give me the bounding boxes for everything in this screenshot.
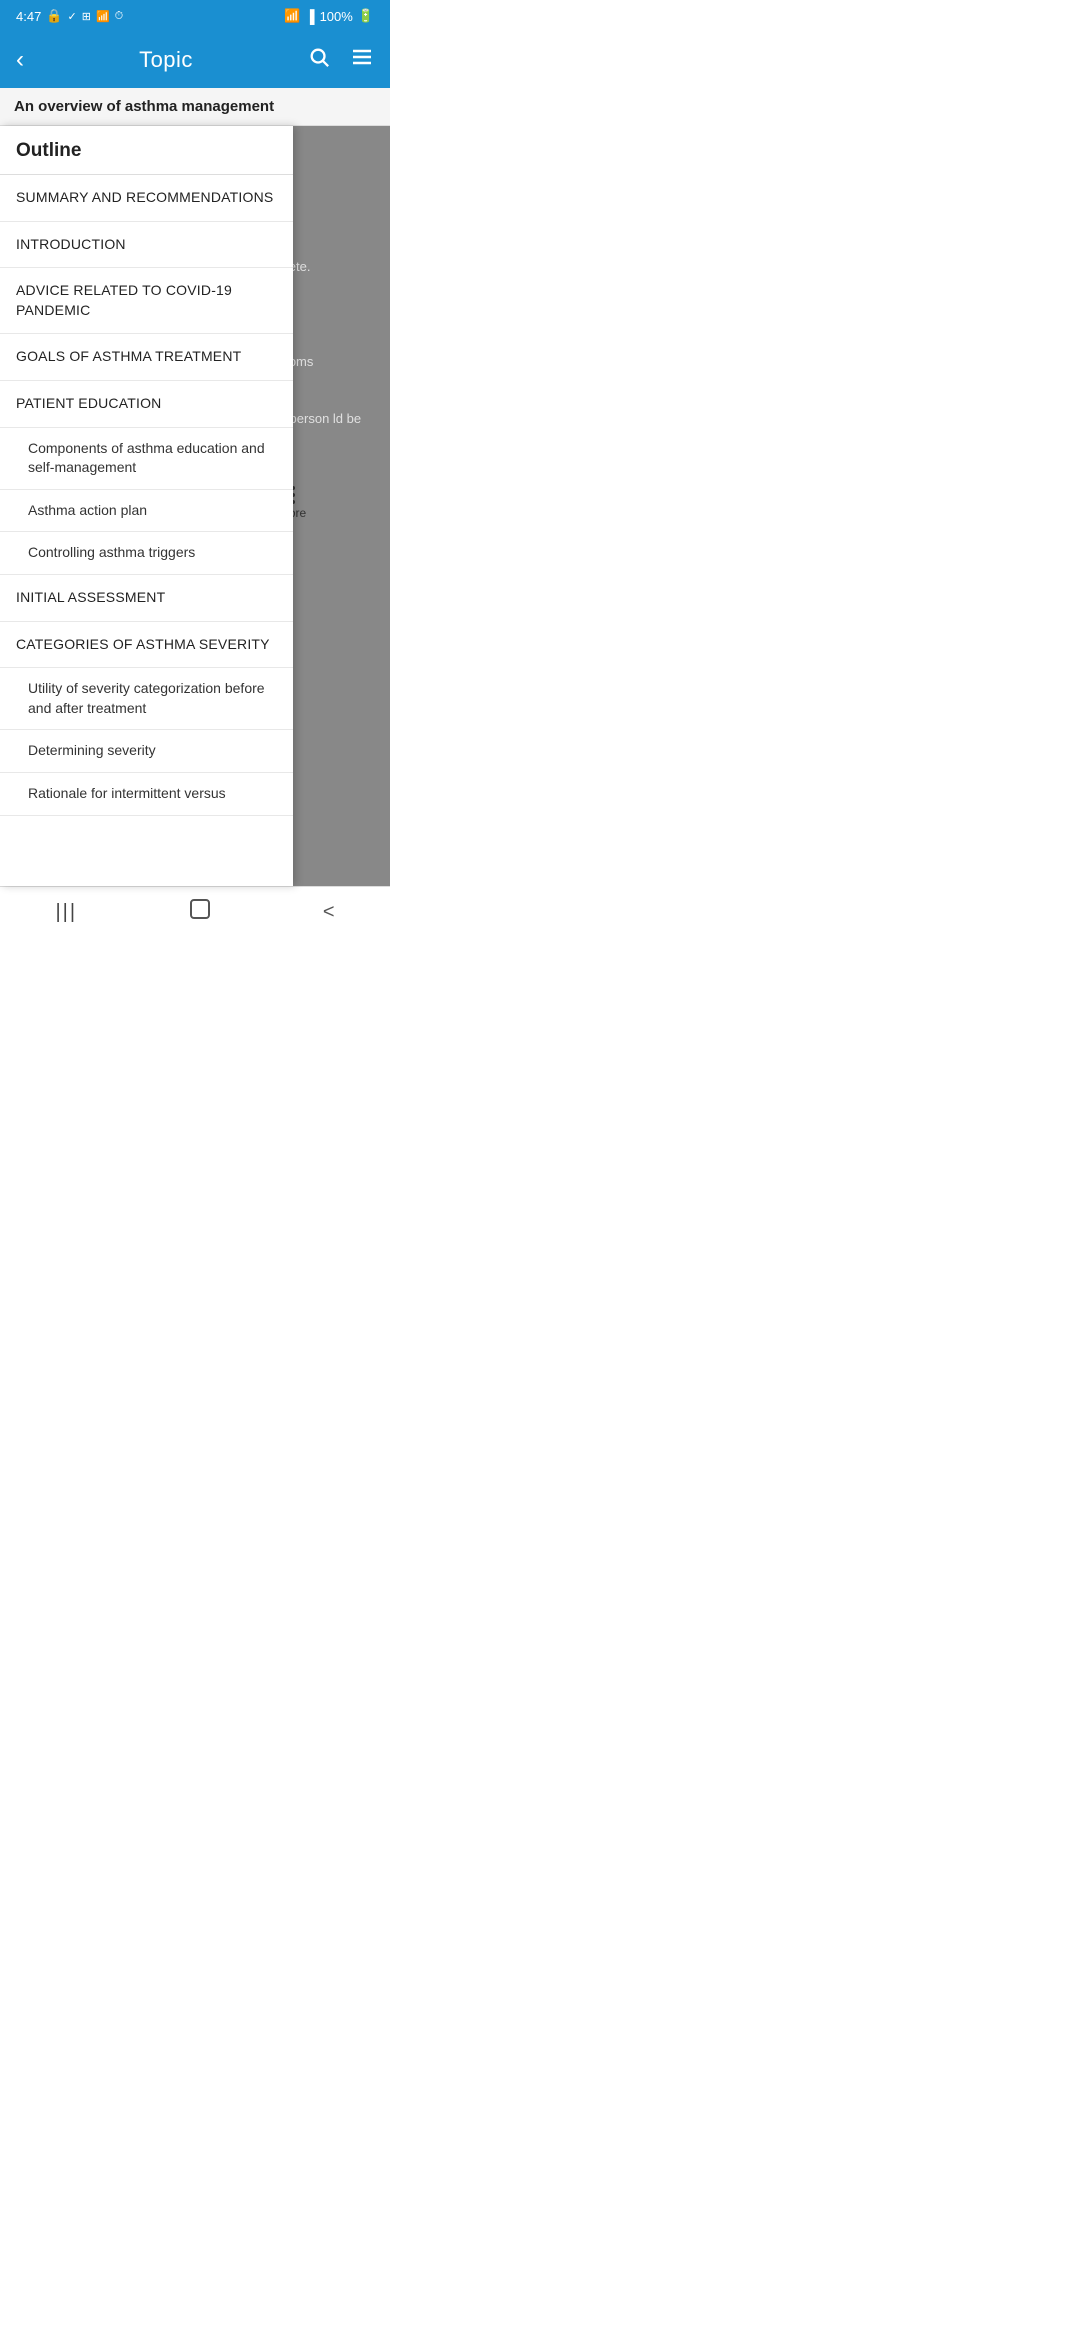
outline-header: Outline (0, 126, 293, 175)
outline-sub-item-action-plan[interactable]: Asthma action plan (0, 490, 293, 533)
outline-sub-item-determining[interactable]: Determining severity (0, 730, 293, 773)
search-button[interactable] (308, 46, 330, 74)
hamburger-icon (350, 45, 374, 75)
grid-icon: ⊞ (82, 10, 91, 23)
time-display: 4:47 (16, 9, 41, 24)
recent-apps-icon: ||| (55, 901, 77, 924)
status-left: 4:47 🔒 ✓ ⊞ 📶 ⏱ (16, 8, 123, 24)
main-wrapper: a A Barrett, uce S Elizabeth ecomes comp… (0, 126, 390, 886)
outline-sub-item-utility[interactable]: Utility of severity categorization befor… (0, 668, 293, 730)
app-bar-actions (308, 45, 374, 75)
outline-sub-item-rationale[interactable]: Rationale for intermittent versus (0, 773, 293, 816)
outline-title: Outline (16, 140, 81, 161)
system-back-button[interactable]: < (303, 893, 355, 932)
page-title: Topic (139, 47, 193, 73)
back-icon: ‹ (16, 46, 24, 74)
outline-sub-item-components[interactable]: Components of asthma education and self-… (0, 428, 293, 490)
outline-sub-item-triggers[interactable]: Controlling asthma triggers (0, 532, 293, 575)
menu-button[interactable] (350, 45, 374, 75)
outline-item-categories[interactable]: CATEGORIES OF ASTHMA SEVERITY (0, 622, 293, 669)
subtitle-text: An overview of asthma management (14, 98, 274, 115)
signal-icon: ▐ (305, 9, 314, 24)
home-icon (188, 897, 212, 928)
lock-icon: 🔒 (46, 8, 62, 24)
status-bar: 4:47 🔒 ✓ ⊞ 📶 ⏱ 📶 ▐ 100% 🔋 (0, 0, 390, 32)
battery-icon: 🔋 (358, 8, 374, 24)
outline-item-summary[interactable]: SUMMARY AND RECOMMENDATIONS (0, 175, 293, 222)
outline-item-patient-edu[interactable]: PATIENT EDUCATION (0, 381, 293, 428)
wifi-icon-small: 📶 (96, 10, 110, 23)
outline-item-initial[interactable]: INITIAL ASSESSMENT (0, 575, 293, 622)
nav-bar: ||| < (0, 886, 390, 938)
status-right: 📶 ▐ 100% 🔋 (284, 8, 374, 24)
outline-item-intro[interactable]: INTRODUCTION (0, 222, 293, 269)
recent-apps-button[interactable]: ||| (35, 893, 97, 932)
wifi-icon: 📶 (284, 8, 300, 24)
system-back-icon: < (323, 901, 335, 924)
outline-panel: Outline SUMMARY AND RECOMMENDATIONS INTR… (0, 126, 293, 886)
back-button[interactable]: ‹ (16, 46, 24, 74)
outline-item-covid[interactable]: ADVICE RELATED TO COVID-19 PANDEMIC (0, 268, 293, 334)
clock-icon: ⏱ (115, 10, 124, 23)
battery-percent: 100% (320, 9, 353, 24)
app-bar: ‹ Topic (0, 32, 390, 88)
home-button[interactable] (168, 889, 232, 936)
outline-item-goals[interactable]: GOALS OF ASTHMA TREATMENT (0, 334, 293, 381)
subtitle-bar: An overview of asthma management (0, 88, 390, 126)
search-icon (308, 46, 330, 74)
check-icon: ✓ (68, 10, 77, 23)
